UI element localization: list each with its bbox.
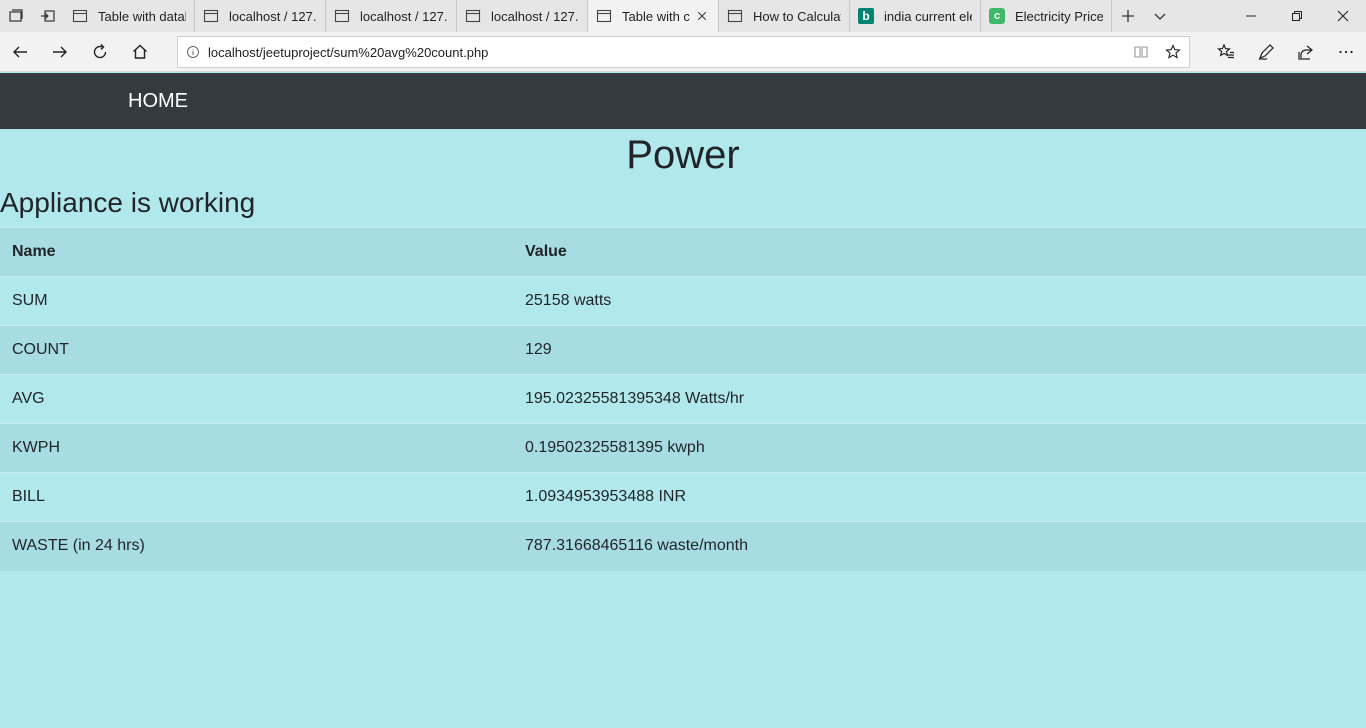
appliance-status: Appliance is working xyxy=(0,187,256,218)
row-value: 787.31668465116 waste/month xyxy=(513,521,1366,571)
column-header-value: Value xyxy=(513,227,1366,277)
star-icon[interactable] xyxy=(1157,37,1189,67)
restore-icon[interactable] xyxy=(1274,0,1320,32)
tab-title: localhost / 127. xyxy=(229,8,317,24)
row-name: KWPH xyxy=(0,423,513,473)
home-icon[interactable] xyxy=(120,32,160,72)
browser-toolbar: localhost/jeetuproject/sum%20avg%20count… xyxy=(0,32,1366,72)
url-text[interactable]: localhost/jeetuproject/sum%20avg%20count… xyxy=(208,45,1125,60)
close-window-icon[interactable] xyxy=(1320,0,1366,32)
forward-arrow-icon[interactable] xyxy=(40,32,80,72)
row-value: 25158 watts xyxy=(513,276,1366,326)
tab-manager-icon[interactable] xyxy=(0,0,32,32)
column-header-name: Name xyxy=(0,227,513,277)
browser-tab-strip: Table with datal localhost / 127. localh… xyxy=(0,0,1366,32)
tab-title: How to Calculat xyxy=(753,8,841,24)
page-title: Power xyxy=(626,133,740,177)
page-icon xyxy=(72,8,88,24)
c-site-icon: c xyxy=(989,8,1005,24)
row-name: BILL xyxy=(0,472,513,522)
page-icon xyxy=(465,8,481,24)
tab-6[interactable]: b india current ele xyxy=(850,0,981,32)
favorites-icon[interactable] xyxy=(1206,32,1246,72)
share-icon[interactable] xyxy=(1286,32,1326,72)
row-value: 0.19502325581395 kwph xyxy=(513,423,1366,473)
tab-title: Table with c xyxy=(622,8,690,24)
tab-title: Electricity Price xyxy=(1015,8,1103,24)
bing-icon: b xyxy=(858,8,874,24)
home-link[interactable]: HOME xyxy=(128,90,188,113)
row-value: 1.0934953953488 INR xyxy=(513,472,1366,522)
table-row: SUM 25158 watts xyxy=(0,276,1366,326)
tab-5[interactable]: How to Calculat xyxy=(719,0,850,32)
row-value: 195.02325581395348 Watts/hr xyxy=(513,374,1366,424)
table-header-row: Name Value xyxy=(0,227,1366,277)
row-value: 129 xyxy=(513,325,1366,375)
page-icon xyxy=(727,8,743,24)
tab-title: localhost / 127. xyxy=(360,8,448,24)
tab-0[interactable]: Table with datal xyxy=(64,0,195,32)
tab-title: india current ele xyxy=(884,8,972,24)
page-icon xyxy=(203,8,219,24)
set-tabs-aside-icon[interactable] xyxy=(32,0,64,32)
site-navbar: HOME xyxy=(0,73,1366,129)
table-row: WASTE (in 24 hrs) 787.31668465116 waste/… xyxy=(0,521,1366,571)
refresh-icon[interactable] xyxy=(80,32,120,72)
row-name: COUNT xyxy=(0,325,513,375)
table-row: KWPH 0.19502325581395 kwph xyxy=(0,423,1366,473)
tab-4-active[interactable]: Table with c xyxy=(588,0,719,32)
new-tab-icon[interactable] xyxy=(1112,0,1144,32)
page-icon xyxy=(334,8,350,24)
tab-3[interactable]: localhost / 127. xyxy=(457,0,588,32)
power-table: Name Value SUM 25158 watts COUNT 129 AVG… xyxy=(0,227,1366,571)
tab-2[interactable]: localhost / 127. xyxy=(326,0,457,32)
tab-7[interactable]: c Electricity Price xyxy=(981,0,1112,32)
row-name: SUM xyxy=(0,276,513,326)
row-name: WASTE (in 24 hrs) xyxy=(0,521,513,571)
tab-title: Table with datal xyxy=(98,8,186,24)
minimize-icon[interactable] xyxy=(1228,0,1274,32)
more-options-icon[interactable] xyxy=(1326,32,1366,72)
chevron-down-icon[interactable] xyxy=(1144,0,1176,32)
tab-title: localhost / 127. xyxy=(491,8,579,24)
tab-1[interactable]: localhost / 127. xyxy=(195,0,326,32)
reading-view-icon[interactable] xyxy=(1125,37,1157,67)
table-row: BILL 1.0934953953488 INR xyxy=(0,472,1366,522)
back-arrow-icon[interactable] xyxy=(0,32,40,72)
page-icon xyxy=(596,8,612,24)
pen-icon[interactable] xyxy=(1246,32,1286,72)
close-tab-icon[interactable] xyxy=(694,8,710,24)
site-info-icon[interactable] xyxy=(178,45,208,59)
address-bar[interactable]: localhost/jeetuproject/sum%20avg%20count… xyxy=(177,36,1190,68)
table-row: COUNT 129 xyxy=(0,325,1366,375)
row-name: AVG xyxy=(0,374,513,424)
table-row: AVG 195.02325581395348 Watts/hr xyxy=(0,374,1366,424)
